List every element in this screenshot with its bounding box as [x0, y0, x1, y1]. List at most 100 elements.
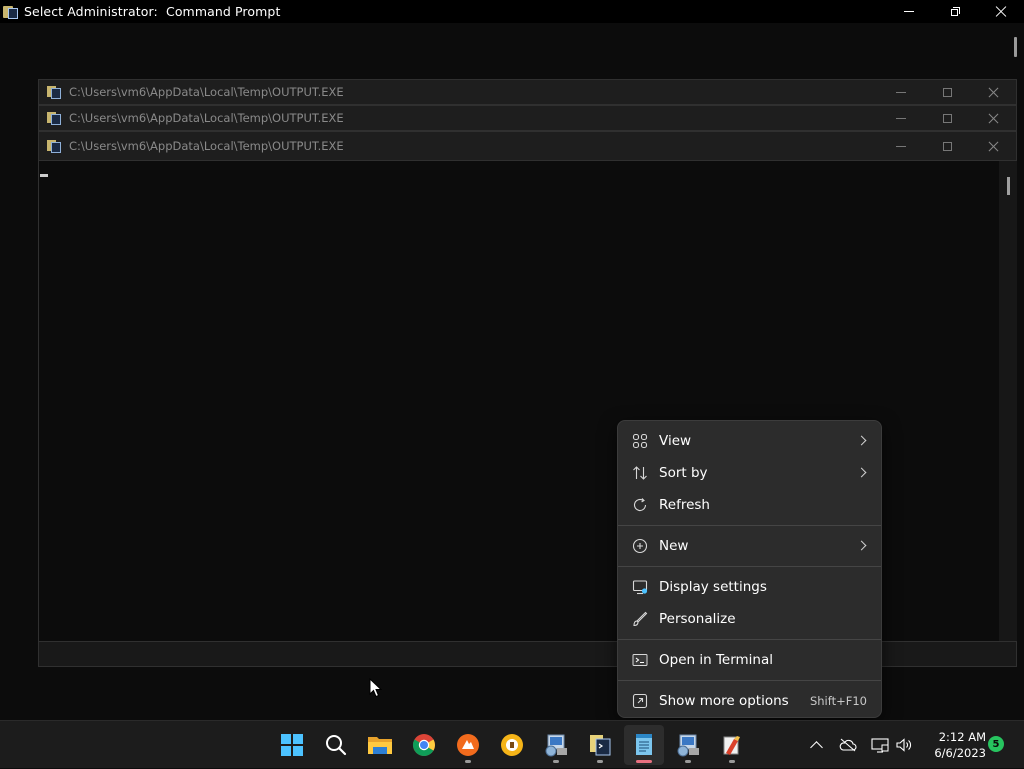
menu-item-personalize[interactable]: Personalize [622, 604, 877, 634]
text-cursor [40, 174, 48, 177]
file-explorer-button[interactable] [360, 725, 400, 765]
minimize-icon [896, 91, 906, 93]
menu-item-open-in-terminal[interactable]: Open in Terminal [622, 645, 877, 675]
cmd-icon [47, 139, 62, 154]
volume-button[interactable] [892, 721, 916, 769]
menu-item-label: Open in Terminal [659, 652, 773, 668]
desktop-context-menu: View Sort by Refresh New Display setting… [617, 420, 882, 718]
minimize-icon [896, 117, 906, 119]
chevron-right-icon [856, 435, 867, 446]
chevron-up-icon [809, 741, 823, 754]
volume-icon [896, 738, 911, 752]
close-icon [988, 113, 999, 124]
maximize-button[interactable] [924, 132, 970, 160]
menu-item-label: Show more options [659, 693, 789, 709]
display-icon [632, 580, 648, 595]
output-window-titlebar-2[interactable]: C:\Users\vm6\AppData\Local\Temp\OUTPUT.E… [38, 105, 1017, 131]
setup-icon [677, 734, 699, 757]
network-icon [871, 738, 889, 753]
taskbar: 2:12 AM 6/6/2023 [0, 720, 1024, 768]
orange-app-button[interactable] [448, 725, 488, 765]
close-icon [995, 6, 1007, 18]
tray-overflow-button[interactable] [804, 721, 828, 769]
menu-item-label: Refresh [659, 497, 710, 513]
clock-time: 2:12 AM [938, 730, 986, 744]
search-button[interactable] [316, 725, 356, 765]
maximize-icon [942, 113, 952, 123]
running-indicator [597, 760, 603, 763]
maximize-icon [942, 87, 952, 97]
sort-icon [633, 466, 647, 480]
orange-app-icon [457, 734, 479, 756]
menu-item-sort-by[interactable]: Sort by [622, 458, 877, 488]
onedrive-button[interactable] [836, 721, 860, 769]
close-button[interactable] [970, 80, 1016, 104]
menu-item-view[interactable]: View [622, 426, 877, 456]
maximize-icon [942, 141, 952, 151]
output-window-title: C:\Users\vm6\AppData\Local\Temp\OUTPUT.E… [69, 85, 344, 99]
mouse-pointer-icon [369, 678, 383, 698]
maximize-button[interactable] [924, 106, 970, 130]
cmd-icon [47, 85, 62, 100]
close-button[interactable] [970, 132, 1016, 160]
plus-circle-icon [632, 538, 648, 554]
chrome-button[interactable] [404, 725, 444, 765]
output-window-titlebar-1[interactable]: C:\Users\vm6\AppData\Local\Temp\OUTPUT.E… [38, 79, 1017, 105]
start-button[interactable] [272, 725, 312, 765]
restore-button[interactable] [932, 0, 978, 23]
cmd-icon [47, 111, 62, 126]
output-window-titlebar-3[interactable]: C:\Users\vm6\AppData\Local\Temp\OUTPUT.E… [38, 131, 1017, 161]
cloud-offline-icon [839, 738, 857, 752]
setup-app-button-1[interactable] [536, 725, 576, 765]
running-indicator [465, 760, 471, 763]
minimize-button[interactable] [878, 106, 924, 130]
menu-item-label: Sort by [659, 465, 708, 481]
minimize-icon [896, 145, 906, 147]
windows-logo-icon [281, 734, 303, 756]
close-button[interactable] [978, 0, 1024, 23]
main-window-title: Select Administrator: Command Prompt [24, 4, 281, 19]
cmd-app-button[interactable] [580, 725, 620, 765]
folder-icon [368, 737, 392, 754]
clock[interactable]: 2:12 AM 6/6/2023 [918, 729, 986, 761]
brush-icon [633, 611, 648, 627]
share-icon [632, 693, 648, 709]
yellow-app-button[interactable] [492, 725, 532, 765]
minimize-icon [904, 11, 914, 12]
minimize-button[interactable] [878, 132, 924, 160]
active-indicator [636, 760, 652, 763]
setup-app-button-2[interactable] [668, 725, 708, 765]
menu-item-display-settings[interactable]: Display settings [622, 572, 877, 602]
menu-separator [618, 639, 881, 640]
console-scrollbar-track[interactable] [999, 161, 1017, 641]
setup-icon [545, 734, 567, 757]
search-icon [326, 735, 347, 756]
chevron-right-icon [856, 540, 867, 551]
menu-item-new[interactable]: New [622, 531, 877, 561]
terminal-icon [632, 654, 648, 666]
menu-item-label: Personalize [659, 611, 736, 627]
console-scrollbar-thumb[interactable] [1007, 177, 1010, 195]
cmd-icon [3, 4, 19, 20]
menu-item-show-more-options[interactable]: Show more options Shift+F10 [622, 686, 877, 716]
notepad-icon [636, 734, 652, 755]
network-button[interactable] [868, 721, 892, 769]
menu-item-label: View [659, 433, 692, 449]
menu-separator [618, 680, 881, 681]
yellow-app-icon [501, 734, 523, 756]
tool-icon [723, 736, 740, 755]
minimize-button[interactable] [878, 80, 924, 104]
notification-badge[interactable]: 5 [988, 736, 1004, 752]
minimize-button[interactable] [886, 0, 932, 23]
tool-app-button[interactable] [712, 725, 752, 765]
maximize-button[interactable] [924, 80, 970, 104]
notepad-app-button[interactable] [624, 725, 664, 765]
output-window-title: C:\Users\vm6\AppData\Local\Temp\OUTPUT.E… [69, 111, 344, 125]
menu-shortcut: Shift+F10 [809, 694, 867, 708]
main-window-titlebar[interactable]: Select Administrator: Command Prompt [0, 0, 1024, 23]
menu-item-refresh[interactable]: Refresh [622, 490, 877, 520]
running-indicator [685, 760, 691, 763]
main-window-scrollbar[interactable] [1014, 37, 1017, 57]
close-button[interactable] [970, 106, 1016, 130]
menu-item-label: Display settings [659, 579, 767, 595]
